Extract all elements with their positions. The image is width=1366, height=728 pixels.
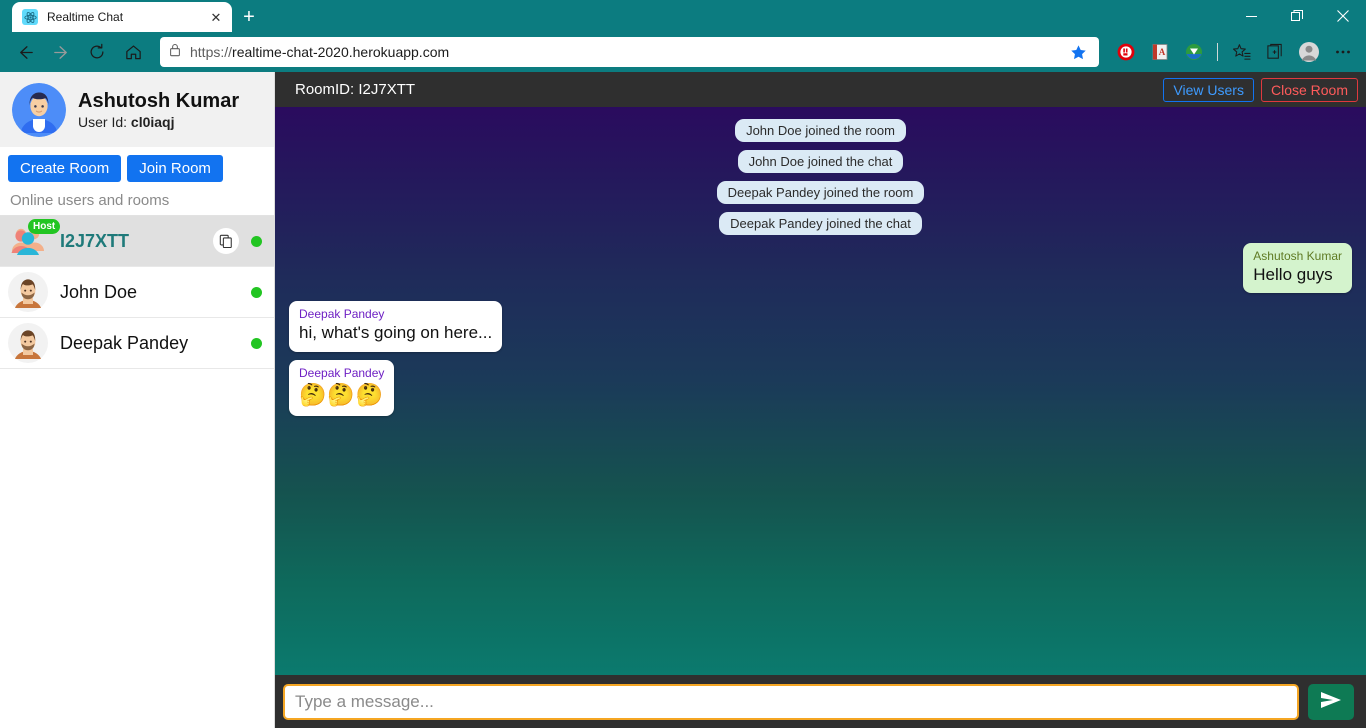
sidebar-item-label: I2J7XTT (60, 230, 130, 251)
svg-text:A: A (1159, 47, 1166, 57)
system-message: Deepak Pandey joined the room (716, 181, 925, 204)
online-users-label: Online users and rooms (0, 189, 274, 216)
collections-icon[interactable] (1260, 37, 1290, 67)
sidebar: Ashutosh Kumar User Id: cl0iaqj Create R… (0, 72, 275, 728)
extension-icons: A (1107, 37, 1358, 67)
sidebar-item-label: John Doe (60, 281, 138, 302)
status-indicator-online (251, 286, 262, 298)
profile-name: Ashutosh Kumar (78, 89, 240, 112)
dictionary-extension-icon[interactable]: A (1145, 37, 1175, 67)
message-text: 🤔🤔🤔 (299, 381, 385, 407)
message-text: Hello guys (1253, 265, 1333, 285)
app-container: Ashutosh Kumar User Id: cl0iaqj Create R… (0, 72, 1366, 728)
sidebar-item-label: Deepak Pandey (60, 332, 189, 353)
message-text: hi, what's going on here... (299, 323, 493, 343)
download-manager-extension-icon[interactable] (1179, 37, 1209, 67)
restore-icon[interactable] (1274, 0, 1320, 32)
profile-text: Ashutosh Kumar User Id: cl0iaqj (78, 90, 239, 130)
browser-tab[interactable]: Realtime Chat ✕ (12, 2, 232, 32)
tab-close-icon[interactable]: ✕ (208, 9, 224, 25)
react-logo-icon (22, 9, 38, 25)
host-badge: Host (28, 219, 61, 234)
message-sender: Deepak Pandey (299, 307, 385, 322)
minimize-icon[interactable] (1228, 0, 1274, 32)
message-composer (275, 675, 1366, 728)
window-close-icon[interactable] (1320, 0, 1366, 32)
system-message-text: Deepak Pandey joined the chat (719, 212, 922, 235)
address-bar-url: https://realtime-chat-2020.herokuapp.com (190, 44, 450, 60)
message-input[interactable] (283, 683, 1299, 720)
star-filled-icon[interactable] (1065, 39, 1091, 65)
lock-icon (168, 43, 182, 62)
collections-favorites-icon[interactable] (1226, 37, 1256, 67)
profile-header: Ashutosh Kumar User Id: cl0iaqj (0, 72, 274, 147)
system-message-text: Deepak Pandey joined the room (716, 181, 925, 204)
browser-titlebar: Realtime Chat ✕ + (0, 0, 1366, 32)
new-tab-button[interactable]: + (232, 2, 266, 32)
settings-more-icon[interactable] (1328, 37, 1358, 67)
adblock-extension-icon[interactable] (1111, 37, 1141, 67)
group-users-icon: Host (8, 219, 61, 261)
copy-icon[interactable] (213, 228, 239, 254)
person-avatar-icon (8, 272, 48, 312)
forward-arrow-icon[interactable] (44, 36, 78, 68)
system-message: John Doe joined the room (735, 119, 906, 142)
system-message: John Doe joined the chat (737, 150, 904, 173)
browser-toolbar: https://realtime-chat-2020.herokuapp.com… (0, 32, 1366, 72)
send-button[interactable] (1308, 683, 1354, 720)
status-indicator-online (251, 337, 262, 349)
outgoing-message-bubble: Ashutosh Kumar Hello guys (1243, 243, 1352, 294)
chat-header: RoomID: I2J7XTT View Users Close Room (275, 72, 1366, 107)
system-message-text: John Doe joined the room (735, 119, 906, 142)
profile-avatar-icon[interactable] (1294, 37, 1324, 67)
join-room-button[interactable]: Join Room (127, 155, 223, 182)
online-list: Host I2J7XTT John Doe Deepak Pandey (0, 216, 274, 728)
system-message: Deepak Pandey joined the chat (719, 212, 922, 235)
browser-window: Realtime Chat ✕ + https://realtime-chat-… (0, 0, 1366, 728)
room-id-label: RoomID: I2J7XTT (295, 81, 416, 98)
address-bar[interactable]: https://realtime-chat-2020.herokuapp.com (160, 37, 1099, 67)
user-avatar-icon (12, 82, 66, 137)
incoming-message-bubble: Deepak Pandey hi, what's going on here... (289, 301, 503, 352)
room-actions: Create Room Join Room (0, 147, 274, 189)
create-room-button[interactable]: Create Room (8, 155, 122, 182)
window-controls (1228, 0, 1366, 32)
view-users-button[interactable]: View Users (1163, 77, 1254, 102)
chat-panel: RoomID: I2J7XTT View Users Close Room Jo… (275, 72, 1366, 728)
back-arrow-icon[interactable] (8, 36, 42, 68)
message-sender: Deepak Pandey (299, 365, 385, 380)
message-sender: Ashutosh Kumar (1253, 249, 1342, 263)
sidebar-item-user-john-doe[interactable]: John Doe (0, 267, 274, 318)
system-message-text: John Doe joined the chat (737, 150, 904, 173)
sidebar-item-user-deepak-pandey[interactable]: Deepak Pandey (0, 318, 274, 369)
home-icon[interactable] (116, 36, 150, 68)
status-indicator-online (251, 235, 262, 247)
reload-icon[interactable] (80, 36, 114, 68)
toolbar-divider (1217, 43, 1218, 61)
sidebar-item-room-I2J7XTT[interactable]: Host I2J7XTT (0, 216, 274, 267)
person-avatar-icon (8, 323, 48, 363)
incoming-message-bubble: Deepak Pandey 🤔🤔🤔 (289, 359, 395, 417)
chat-header-buttons: View Users Close Room (1163, 77, 1358, 102)
send-paper-plane-icon (1319, 690, 1343, 713)
profile-user-id: User Id: cl0iaqj (78, 113, 175, 130)
close-room-button[interactable]: Close Room (1260, 77, 1358, 102)
message-list[interactable]: John Doe joined the room John Doe joined … (275, 107, 1366, 675)
tab-title: Realtime Chat (47, 10, 124, 24)
